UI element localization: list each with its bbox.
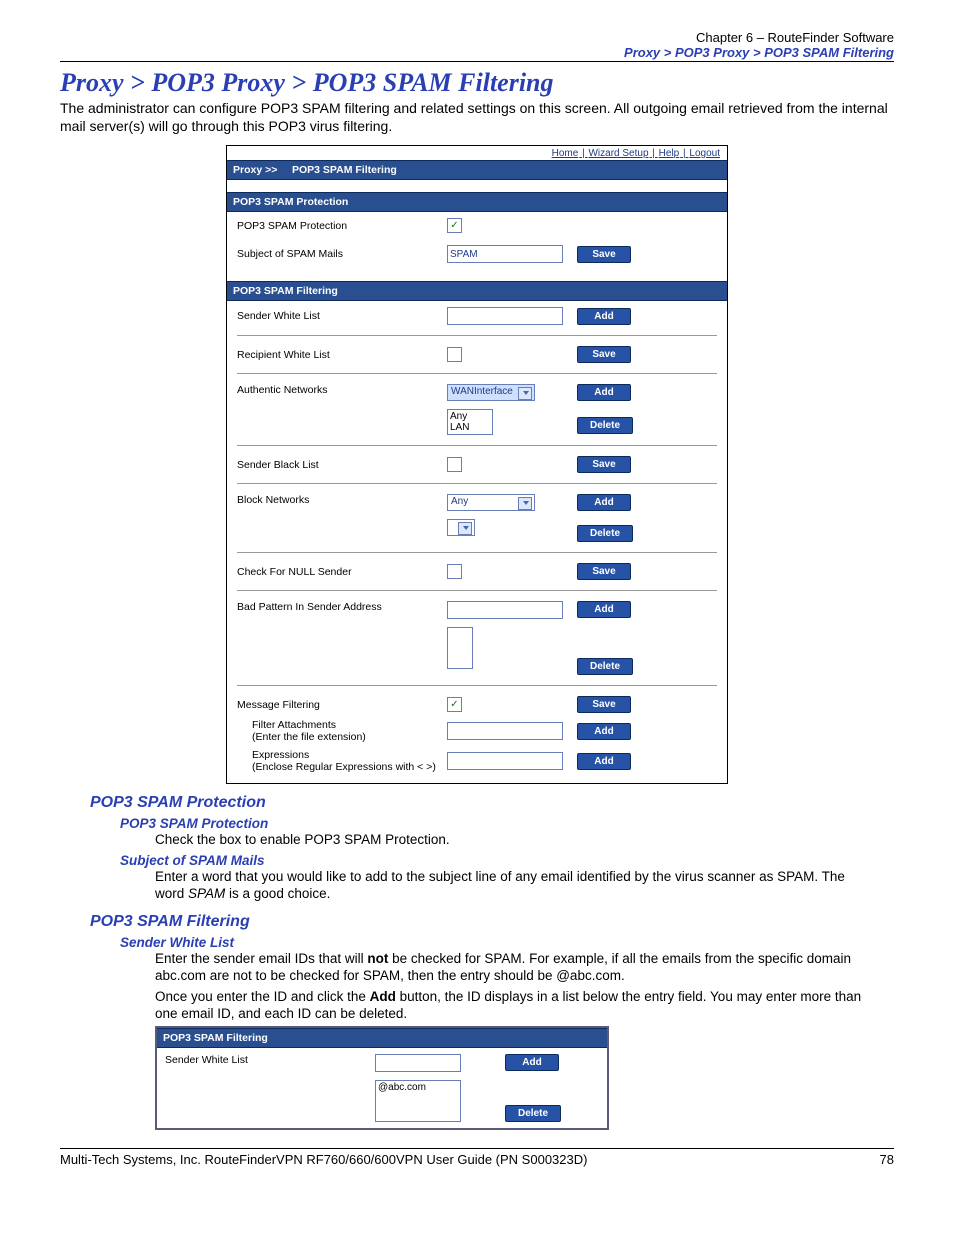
checkbox-recipient-white[interactable]	[447, 347, 462, 362]
delete-button[interactable]: Delete	[505, 1105, 561, 1122]
label-auth-networks: Authentic Networks	[237, 384, 447, 396]
label-sender-white: Sender White List	[237, 310, 447, 322]
label-block-networks: Block Networks	[237, 494, 447, 506]
page-header: Chapter 6 – RouteFinder Software Proxy >…	[60, 30, 894, 62]
footer-page-number: 78	[880, 1152, 894, 1167]
save-button[interactable]: Save	[577, 563, 631, 580]
save-button[interactable]: Save	[577, 456, 631, 473]
label-msg-filtering: Message Filtering	[237, 699, 447, 711]
input-bad-pattern[interactable]	[447, 601, 563, 619]
checkbox-spam-protection[interactable]: ✓	[447, 218, 462, 233]
save-button[interactable]: Save	[577, 696, 631, 713]
list-bad-pattern[interactable]	[447, 627, 473, 669]
text-senderwhite-p2: Once you enter the ID and click the Add …	[155, 989, 864, 1023]
select-block-networks-2[interactable]	[447, 519, 475, 536]
subsection-heading-senderwhite: Sender White List	[120, 935, 894, 950]
text-subject: Enter a word that you would like to add …	[155, 869, 864, 903]
chapter-label: Chapter 6 – RouteFinder Software	[60, 30, 894, 45]
subsection-heading-subject: Subject of SPAM Mails	[120, 853, 894, 868]
list-auth-networks[interactable]: AnyLAN	[447, 409, 493, 435]
example-input[interactable]	[375, 1054, 461, 1072]
nav-home[interactable]: Home	[552, 148, 579, 159]
add-button[interactable]: Add	[577, 308, 631, 325]
header-breadcrumb: Proxy > POP3 Proxy > POP3 SPAM Filtering	[60, 45, 894, 60]
subsection-heading-protection: POP3 SPAM Protection	[120, 816, 894, 831]
checkbox-sender-black[interactable]	[447, 457, 462, 472]
add-button[interactable]: Add	[577, 494, 631, 511]
label-recipient-white: Recipient White List	[237, 349, 447, 361]
label-null-sender: Check For NULL Sender	[237, 566, 447, 578]
page-title: Proxy > POP3 Proxy > POP3 SPAM Filtering	[60, 68, 894, 98]
footer-left: Multi-Tech Systems, Inc. RouteFinderVPN …	[60, 1152, 587, 1167]
add-button[interactable]: Add	[505, 1054, 559, 1071]
checkbox-null-sender[interactable]	[447, 564, 462, 579]
add-button[interactable]: Add	[577, 723, 631, 740]
section-protection-head: POP3 SPAM Protection	[227, 192, 727, 212]
example-label: Sender White List	[165, 1054, 375, 1066]
label-expressions: Expressions (Enclose Regular Expressions…	[237, 749, 447, 773]
section-heading-protection: POP3 SPAM Protection	[90, 794, 894, 812]
example-listbox[interactable]: @abc.com	[375, 1080, 461, 1122]
delete-button[interactable]: Delete	[577, 417, 633, 434]
label-filter-attach: Filter Attachments (Enter the file exten…	[237, 719, 447, 743]
label-bad-pattern: Bad Pattern In Sender Address	[237, 601, 447, 613]
ui-breadcrumb: Proxy >> POP3 SPAM Filtering	[227, 160, 727, 180]
nav-wizard[interactable]: Wizard Setup	[588, 148, 648, 159]
checkbox-msg-filtering[interactable]: ✓	[447, 697, 462, 712]
label-sender-black: Sender Black List	[237, 459, 447, 471]
text-senderwhite-p1: Enter the sender email IDs that will not…	[155, 951, 864, 985]
section-filtering-head: POP3 SPAM Filtering	[227, 281, 727, 301]
select-block-networks[interactable]: Any	[447, 494, 535, 511]
input-filter-attach[interactable]	[447, 722, 563, 740]
page-footer: Multi-Tech Systems, Inc. RouteFinderVPN …	[60, 1148, 894, 1167]
nav-logout[interactable]: Logout	[689, 148, 720, 159]
label-spam-protection: POP3 SPAM Protection	[237, 220, 447, 232]
input-sender-white[interactable]	[447, 307, 563, 325]
save-button[interactable]: Save	[577, 346, 631, 363]
crumb-prefix: Proxy >>	[233, 164, 277, 176]
config-screenshot: Home | Wizard Setup | Help | Logout Prox…	[226, 145, 728, 784]
add-button[interactable]: Add	[577, 601, 631, 618]
input-spam-subject[interactable]	[447, 245, 563, 263]
save-button[interactable]: Save	[577, 246, 631, 263]
select-auth-networks[interactable]: WANInterface	[447, 384, 535, 401]
section-heading-filtering: POP3 SPAM Filtering	[90, 913, 894, 931]
crumb-page: POP3 SPAM Filtering	[292, 164, 397, 176]
label-spam-subject: Subject of SPAM Mails	[237, 248, 447, 260]
text-protection: Check the box to enable POP3 SPAM Protec…	[155, 832, 864, 849]
delete-button[interactable]: Delete	[577, 525, 633, 542]
example-heading: POP3 SPAM Filtering	[157, 1028, 607, 1048]
example-screenshot: POP3 SPAM Filtering Sender White List @a…	[155, 1026, 609, 1130]
nav-help[interactable]: Help	[659, 148, 680, 159]
top-nav: Home | Wizard Setup | Help | Logout	[227, 146, 727, 160]
add-button[interactable]: Add	[577, 753, 631, 770]
delete-button[interactable]: Delete	[577, 658, 633, 675]
intro-text: The administrator can configure POP3 SPA…	[60, 100, 894, 135]
input-expressions[interactable]	[447, 752, 563, 770]
add-button[interactable]: Add	[577, 384, 631, 401]
